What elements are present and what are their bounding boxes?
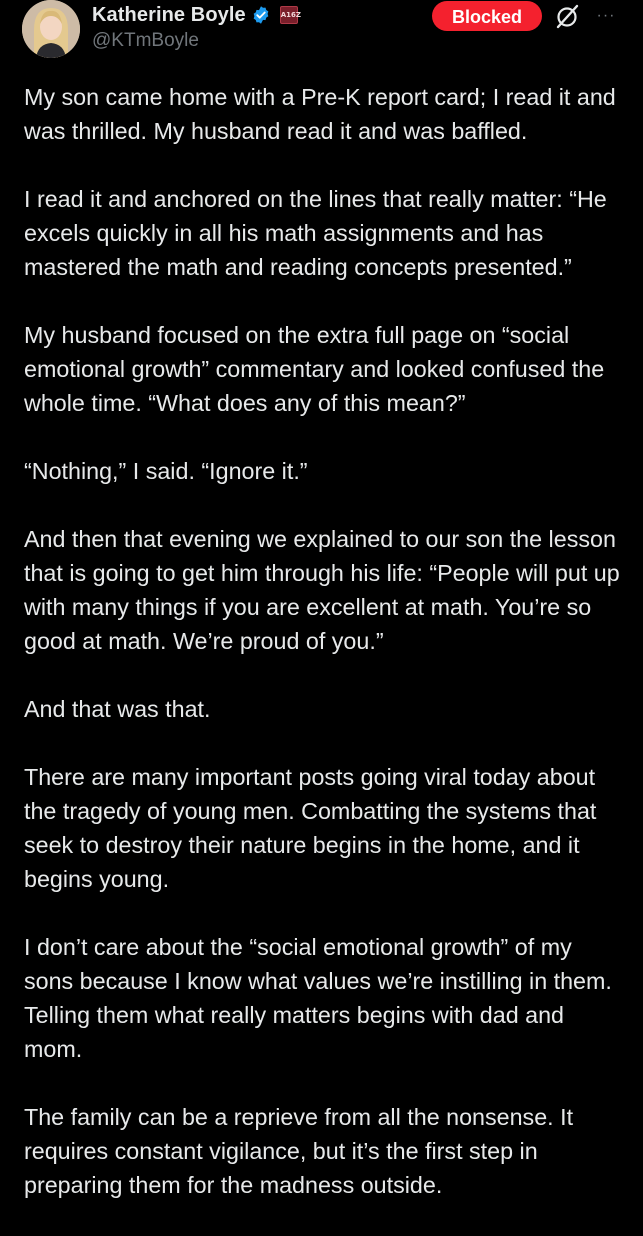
- tweet-paragraph: And then that evening we explained to ou…: [24, 526, 620, 654]
- tweet-paragraph: I read it and anchored on the lines that…: [24, 186, 607, 280]
- tweet-paragraph: And that was that.: [24, 696, 211, 722]
- tweet-paragraph: “Nothing,” I said. “Ignore it.”: [24, 458, 308, 484]
- author-display-name[interactable]: Katherine Boyle: [92, 4, 246, 27]
- affiliate-badge-icon[interactable]: A16Z: [279, 6, 301, 24]
- profile-avatar-icon: [22, 0, 80, 58]
- author-name-row: Katherine Boyle A16Z: [92, 2, 301, 28]
- avatar[interactable]: [22, 0, 80, 58]
- author-handle[interactable]: @KTmBoyle: [92, 30, 199, 52]
- tweet-paragraph: There are many important posts going vir…: [24, 764, 597, 892]
- tweet-header: Katherine Boyle A16Z @KTmBoyle Blocked ·…: [0, 0, 643, 70]
- tweet-paragraph: I don’t care about the “social emotional…: [24, 934, 612, 1062]
- verified-badge-icon[interactable]: [251, 5, 271, 25]
- more-options-icon[interactable]: ···: [594, 6, 618, 26]
- tweet-text: My son came home with a Pre-K report car…: [24, 80, 624, 1236]
- tweet-paragraph: My son came home with a Pre-K report car…: [24, 84, 616, 144]
- blocked-button[interactable]: Blocked: [432, 1, 542, 31]
- tweet-paragraph: The family can be a reprieve from all th…: [24, 1104, 574, 1198]
- grok-icon[interactable]: [554, 4, 580, 30]
- tweet-paragraph: My husband focused on the extra full pag…: [24, 322, 605, 416]
